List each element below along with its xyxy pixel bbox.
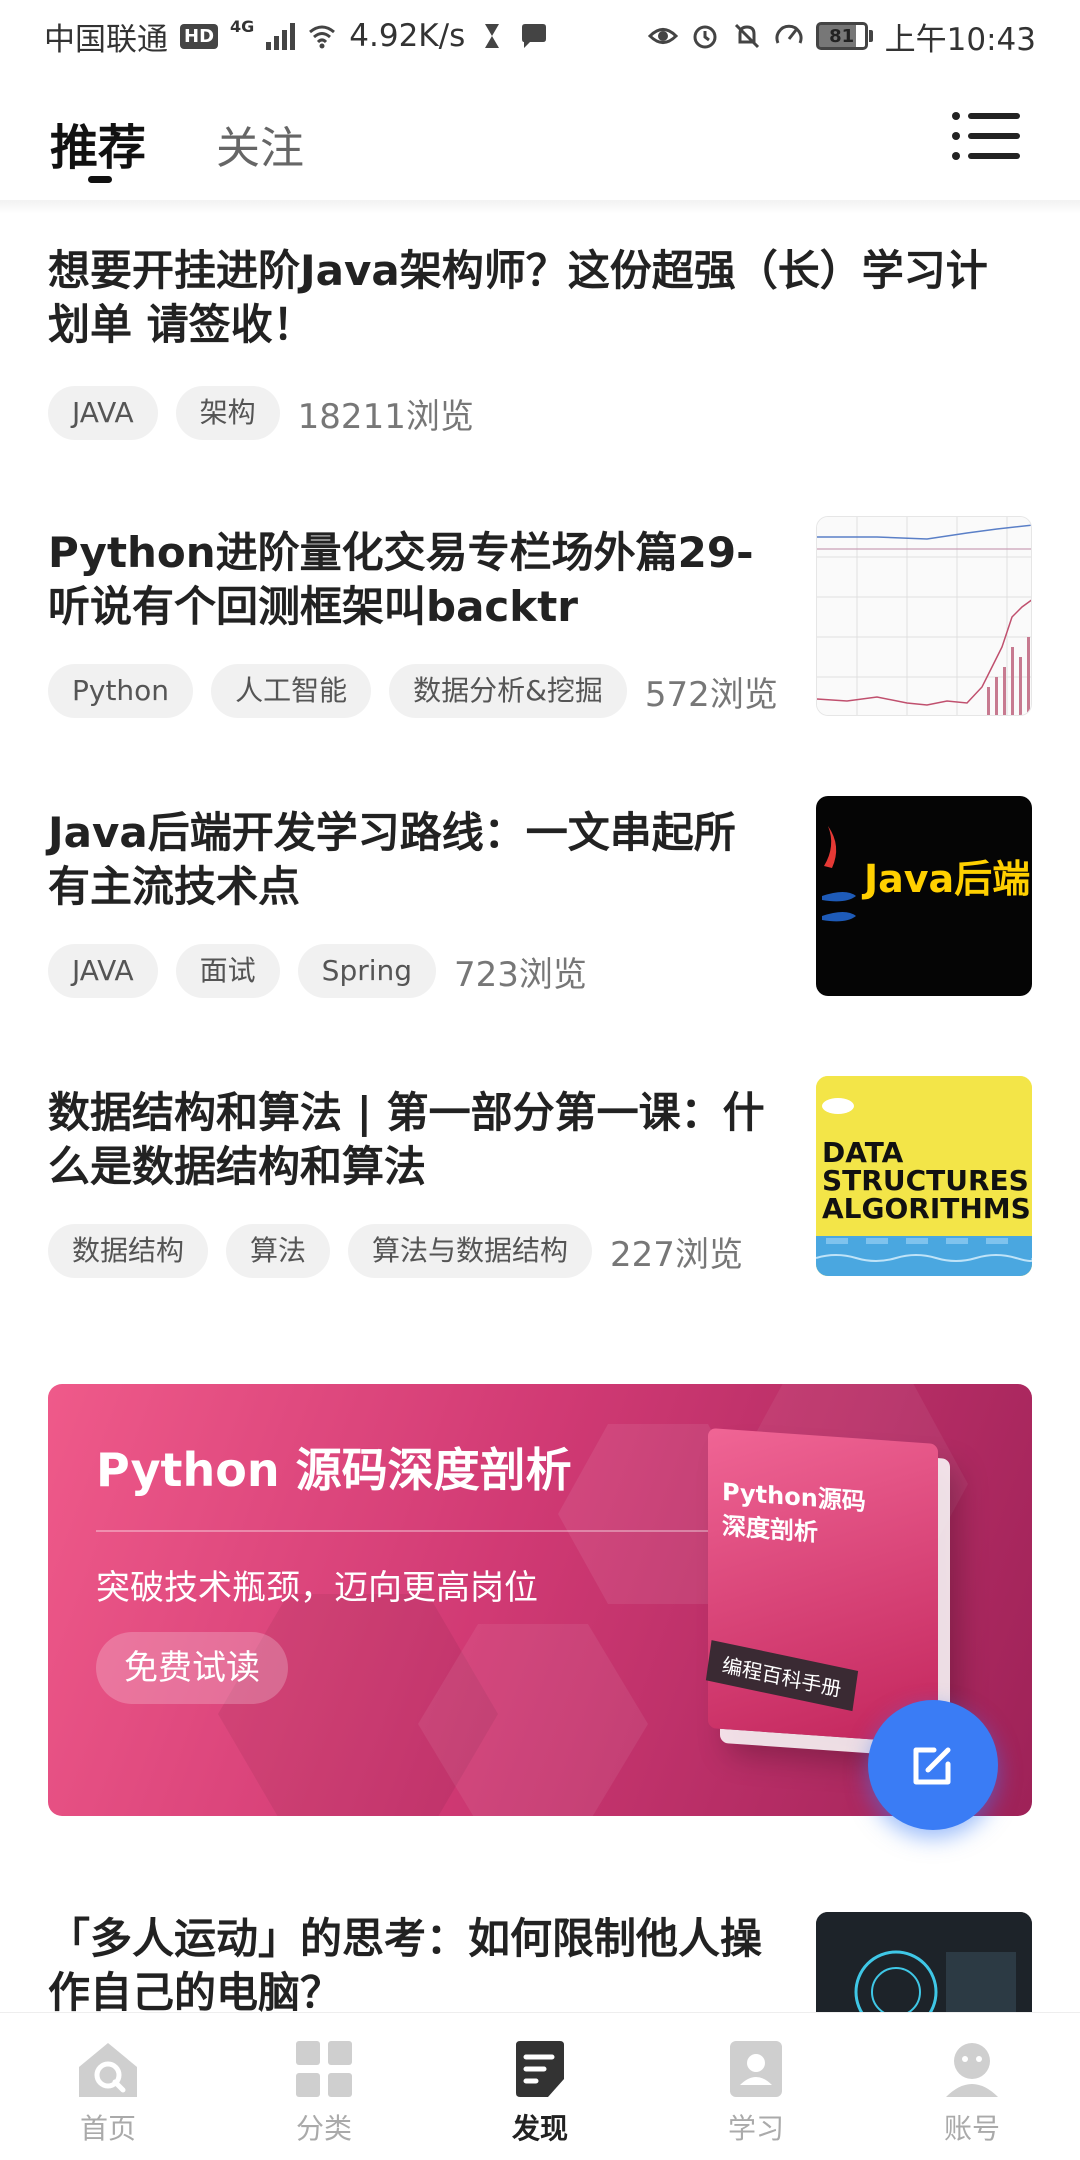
bottom-navigation: 首页 分类 发现 学习 账号	[0, 2012, 1080, 2160]
banner-title: Python 源码深度剖析	[96, 1443, 572, 1497]
tag-chip[interactable]: 面试	[175, 944, 280, 998]
tag-chip[interactable]: Spring	[297, 944, 437, 998]
active-tab-indicator	[88, 176, 112, 183]
nav-account[interactable]: 账号	[864, 2013, 1080, 2160]
wifi-icon	[309, 25, 336, 49]
article-meta: JAVA 架构 18211浏览	[48, 386, 474, 440]
nav-label: 首页	[79, 2112, 136, 2145]
header-divider	[0, 200, 1080, 214]
article-title[interactable]: 「多人运动」的思考：如何限制他人操作自己的电脑？	[48, 1912, 768, 2020]
menu-list-icon[interactable]	[952, 108, 1020, 164]
view-count: 227浏览	[610, 1234, 743, 1275]
article-title[interactable]: 数据结构和算法 | 第一部分第一课：什么是数据结构和算法	[48, 1086, 768, 1194]
message-icon	[522, 24, 547, 48]
tag-chip[interactable]: JAVA	[48, 386, 158, 440]
nav-discover[interactable]: 发现	[432, 2013, 648, 2160]
network-speed: 4.92K/s	[349, 18, 466, 54]
article-thumbnail[interactable]	[816, 516, 1032, 716]
java-logo-image: Java后端 学习路线	[822, 826, 1032, 922]
tag-chip[interactable]: 数据分析&挖掘	[389, 664, 627, 718]
book-cover-image: Python源码 深度剖析 编程百科手册	[705, 1427, 938, 1745]
nav-label: 账号	[943, 2112, 1000, 2145]
discover-icon	[516, 2041, 564, 2097]
article-meta: 数据结构 算法 算法与数据结构 227浏览	[48, 1224, 743, 1278]
data-structures-image: DATA STRUCTURES ALGORITHMS	[816, 1076, 1032, 1276]
network-type: 4G	[230, 16, 255, 36]
mute-bell-icon	[734, 23, 759, 49]
article-item[interactable]: Python进阶量化交易专栏场外篇29-听说有个回测框架叫backtr Pyth…	[48, 516, 1034, 718]
battery-icon: 81	[815, 22, 873, 50]
article-item[interactable]: 想要开挂进阶Java架构师？这份超强（长）学习计划单 请签收！ JAVA 架构 …	[48, 244, 1034, 440]
article-thumbnail[interactable]: DATA STRUCTURES ALGORITHMS	[816, 1076, 1032, 1276]
banner-subtitle: 突破技术瓶颈，迈向更高岗位	[96, 1568, 538, 1608]
clock: 上午10:43	[884, 21, 1036, 58]
svg-text:ALGORITHMS: ALGORITHMS	[822, 1192, 1031, 1225]
article-item[interactable]: Java后端开发学习路线：一文串起所有主流技术点 JAVA 面试 Spring …	[48, 796, 1034, 998]
article-title[interactable]: Python进阶量化交易专栏场外篇29-听说有个回测框架叫backtr	[48, 526, 768, 634]
tag-chip[interactable]: 算法	[226, 1224, 331, 1278]
view-count: 18211浏览	[297, 396, 474, 437]
study-icon	[730, 2041, 782, 2097]
article-title[interactable]: Java后端开发学习路线：一文串起所有主流技术点	[48, 806, 768, 914]
nav-category[interactable]: 分类	[216, 2013, 432, 2160]
stock-chart-image	[817, 517, 1031, 715]
article-thumbnail[interactable]: Java后端 学习路线	[816, 796, 1032, 996]
hd-badge: HD	[180, 23, 219, 49]
tag-chip[interactable]: Python	[48, 664, 194, 718]
article-item[interactable]: 「多人运动」的思考：如何限制他人操作自己的电脑？	[48, 1912, 1034, 2112]
home-icon	[79, 2043, 137, 2097]
tag-chip[interactable]: JAVA	[48, 944, 158, 998]
nav-label: 分类	[295, 2112, 352, 2145]
article-meta: Python 人工智能 数据分析&挖掘 572浏览	[48, 664, 778, 718]
tag-chip[interactable]: 数据结构	[48, 1224, 209, 1278]
banner-divider	[96, 1530, 736, 1532]
nav-label: 学习	[727, 2112, 784, 2145]
account-icon	[946, 2043, 998, 2097]
eye-icon	[647, 28, 678, 44]
grid-icon	[296, 2041, 352, 2097]
tag-chip[interactable]: 算法与数据结构	[348, 1224, 593, 1278]
free-trial-button[interactable]: 免费试读	[96, 1632, 288, 1704]
edit-icon	[913, 1747, 951, 1785]
article-title[interactable]: 想要开挂进阶Java架构师？这份超强（长）学习计划单 请签收！	[48, 244, 1028, 352]
top-tabs: 推荐 关注	[0, 90, 1080, 200]
nav-label: 发现	[511, 2112, 568, 2145]
book-title: Python源码 深度剖析	[722, 1477, 866, 1547]
nav-home[interactable]: 首页	[0, 2013, 216, 2160]
tag-chip[interactable]: 人工智能	[211, 664, 372, 718]
carrier-label: 中国联通	[44, 21, 168, 58]
hourglass-icon	[485, 24, 500, 48]
tag-chip[interactable]: 架构	[175, 386, 280, 440]
book-label: 编程百科手册	[705, 1640, 859, 1712]
alarm-icon	[693, 25, 717, 49]
status-bar: 中国联通 HD 4G 4.92K/s 81 上午10:43	[0, 0, 1080, 72]
compose-button[interactable]	[868, 1700, 998, 1830]
nav-study[interactable]: 学习	[648, 2013, 864, 2160]
article-meta: JAVA 面试 Spring 723浏览	[48, 944, 587, 998]
tab-recommend[interactable]: 推荐	[50, 108, 146, 178]
svg-text:Java后端 学习路线: Java后端 学习路线	[861, 857, 1032, 901]
view-count: 572浏览	[644, 674, 778, 715]
speedometer-icon	[775, 24, 803, 44]
tab-follow[interactable]: 关注	[216, 112, 304, 176]
article-item[interactable]: 数据结构和算法 | 第一部分第一课：什么是数据结构和算法 数据结构 算法 算法与…	[48, 1076, 1034, 1278]
signal-icon	[266, 22, 296, 50]
view-count: 723浏览	[454, 954, 587, 995]
